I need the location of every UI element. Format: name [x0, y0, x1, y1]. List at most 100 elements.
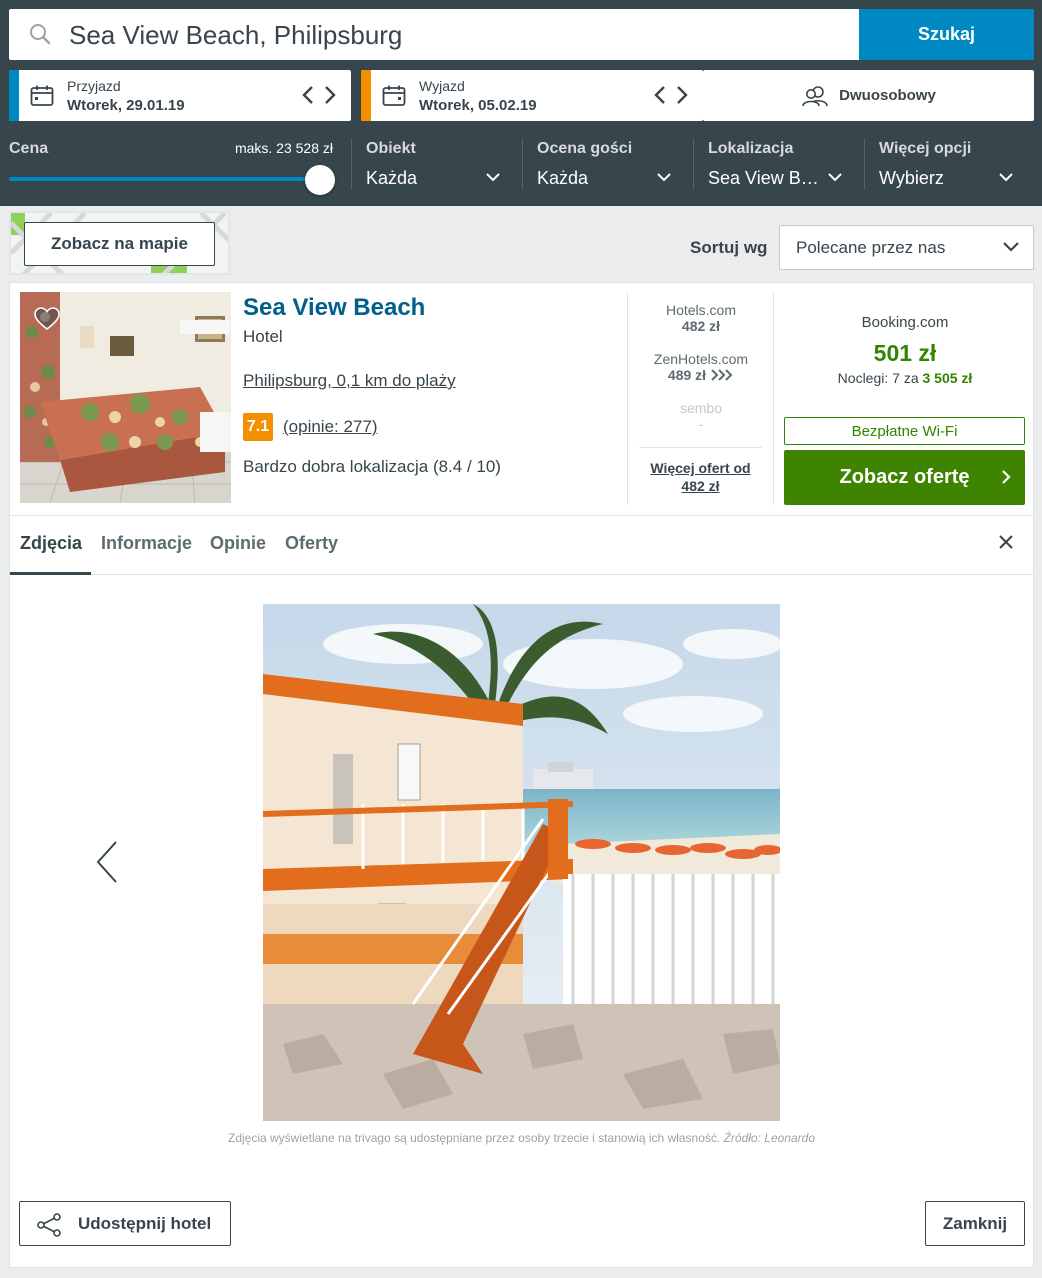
column-divider: [627, 292, 628, 505]
more-offers-link[interactable]: Więcej ofert od 482 zł: [639, 459, 762, 495]
hotel-thumbnail[interactable]: [20, 292, 231, 503]
close-icon[interactable]: [998, 534, 1014, 550]
checkout-date: Wtorek, 05.02.19: [419, 97, 537, 114]
tab-offers[interactable]: Oferty: [285, 533, 338, 554]
price-slider-handle[interactable]: [305, 165, 335, 195]
sort-value: Polecane przez nas: [796, 238, 946, 257]
deal-price: -: [698, 416, 704, 432]
chevron-down-icon: [1003, 242, 1019, 252]
checkout-picker[interactable]: Wyjazd Wtorek, 05.02.19: [361, 70, 703, 121]
deal-price: 489 zł: [667, 367, 707, 383]
tab-info[interactable]: Informacje: [101, 533, 192, 554]
location-filter-value: Sea View Be…: [708, 168, 828, 188]
sort-label: Sortuj wg: [690, 238, 768, 257]
hotel-location-link[interactable]: Philipsburg, 0,1 km do plaży: [243, 371, 456, 391]
location-score: Bardzo dobra lokalizacja (8.4 / 10): [243, 457, 501, 476]
search-query: Sea View Beach, Philipsburg: [69, 20, 403, 50]
photo-source: Źródło: Leonardo: [723, 1131, 815, 1145]
chevron-left-icon[interactable]: [301, 84, 315, 106]
rating-badge: 7.1: [243, 413, 273, 441]
checkout-label: Wyjazd: [419, 78, 465, 94]
wifi-badge: Bezpłatne Wi-Fi: [784, 417, 1025, 445]
deal-site: ZenHotels.com: [653, 351, 749, 367]
deal-price: 482 zł: [681, 318, 721, 334]
room-type-label: Dwuosobowy: [839, 87, 936, 104]
price-slider-track[interactable]: [9, 177, 319, 181]
deal-item[interactable]: ZenHotels.com 489 zł: [629, 351, 773, 383]
checkin-accent-bar: [9, 70, 19, 121]
tabs-bottom-divider: [10, 574, 1033, 575]
checkin-label: Przyjazd: [67, 78, 121, 94]
more-options-filter[interactable]: Więcej opcji Wybierz: [879, 134, 1025, 194]
previous-photo-icon[interactable]: [95, 840, 119, 884]
column-divider: [773, 292, 774, 505]
deals-divider: [639, 447, 762, 448]
search-input[interactable]: Sea View Beach, Philipsburg: [9, 9, 859, 60]
room-type-selector[interactable]: Dwuosobowy: [703, 70, 1034, 121]
chevron-right-icon[interactable]: [323, 84, 337, 106]
best-deal-price: 501 zł: [873, 340, 937, 366]
share-hotel-label: Udostępnij hotel: [78, 1214, 212, 1233]
guest-rating-filter-value: Każda: [537, 168, 589, 188]
chevron-down-icon: [486, 173, 500, 182]
more-options-filter-value: Wybierz: [879, 168, 944, 188]
share-hotel-button[interactable]: Udostępnij hotel: [19, 1201, 231, 1246]
hotel-card: Sea View Beach Hotel Philipsburg, 0,1 km…: [9, 282, 1034, 1268]
property-filter-label: Obiekt: [366, 140, 416, 157]
search-icon: [30, 24, 51, 45]
filter-divider: [693, 138, 694, 190]
tab-reviews[interactable]: Opinie: [210, 533, 266, 554]
search-row: Sea View Beach, Philipsburg Szukaj: [9, 9, 1034, 60]
hotel-name[interactable]: Sea View Beach: [243, 294, 425, 322]
photo-credit: Zdjęcia wyświetlane na trivago są udostę…: [10, 1131, 1033, 1145]
calendar-icon: [382, 85, 406, 106]
triple-chevron-icon: [711, 369, 733, 381]
active-tab-indicator: [10, 572, 91, 575]
price-max-label: maks. 23 528 zł: [234, 140, 333, 156]
chevron-right-icon[interactable]: [675, 84, 689, 106]
tab-photos[interactable]: Zdjęcia: [20, 533, 82, 554]
nights-summary: Noclegi: 7 za 3 505 zł: [785, 370, 1025, 386]
deal-item[interactable]: Hotels.com 482 zł: [629, 302, 773, 334]
nights-prefix: Noclegi: 7 za: [837, 370, 919, 386]
checkout-arrows: [653, 84, 689, 106]
chevron-down-icon: [657, 173, 671, 182]
search-panel: Sea View Beach, Philipsburg Szukaj Przyj…: [0, 0, 1042, 206]
chevron-down-icon: [999, 173, 1013, 182]
heart-icon[interactable]: [34, 307, 60, 331]
chevron-down-icon: [828, 173, 842, 182]
show-map-button[interactable]: Zobacz na mapie: [24, 222, 215, 266]
nights-total: 3 505 zł: [922, 370, 973, 386]
sort-select[interactable]: Polecane przez nas: [779, 225, 1034, 270]
view-deal-button[interactable]: Zobacz ofertę: [784, 450, 1025, 505]
filter-divider: [522, 138, 523, 190]
guest-rating-filter[interactable]: Ocena gości Każda: [537, 134, 683, 194]
share-icon: [37, 1213, 61, 1237]
deal-item[interactable]: sembo -: [629, 400, 773, 432]
tabs-top-divider: [10, 515, 1033, 516]
price-filter: Cena maks. 23 528 zł: [9, 134, 339, 195]
calendar-icon: [30, 85, 54, 106]
checkin-date: Wtorek, 29.01.19: [67, 97, 185, 114]
checkin-picker[interactable]: Przyjazd Wtorek, 29.01.19: [9, 70, 351, 121]
chevron-left-icon[interactable]: [653, 84, 667, 106]
location-filter[interactable]: Lokalizacja Sea View Be…: [708, 134, 854, 194]
filter-divider: [351, 138, 352, 190]
price-filter-label: Cena: [9, 140, 49, 157]
reviews-link[interactable]: (opinie: 277): [283, 417, 378, 437]
deal-site: sembo: [679, 400, 723, 416]
view-deal-label: Zobacz ofertę: [839, 466, 970, 488]
deal-site: Hotels.com: [665, 302, 737, 318]
guest-rating-filter-label: Ocena gości: [537, 140, 633, 157]
best-deal-site: Booking.com: [861, 314, 949, 331]
property-filter-value: Każda: [366, 168, 418, 188]
more-options-filter-label: Więcej opcji: [879, 140, 972, 157]
hotel-photo: [263, 604, 780, 1121]
close-button[interactable]: Zamknij: [925, 1201, 1025, 1246]
hotel-type: Hotel: [243, 327, 283, 346]
search-button[interactable]: Szukaj: [859, 9, 1034, 60]
location-filter-label: Lokalizacja: [708, 140, 794, 157]
checkout-accent-bar: [361, 70, 371, 121]
property-filter[interactable]: Obiekt Każda: [366, 134, 512, 194]
filter-divider: [864, 138, 865, 190]
